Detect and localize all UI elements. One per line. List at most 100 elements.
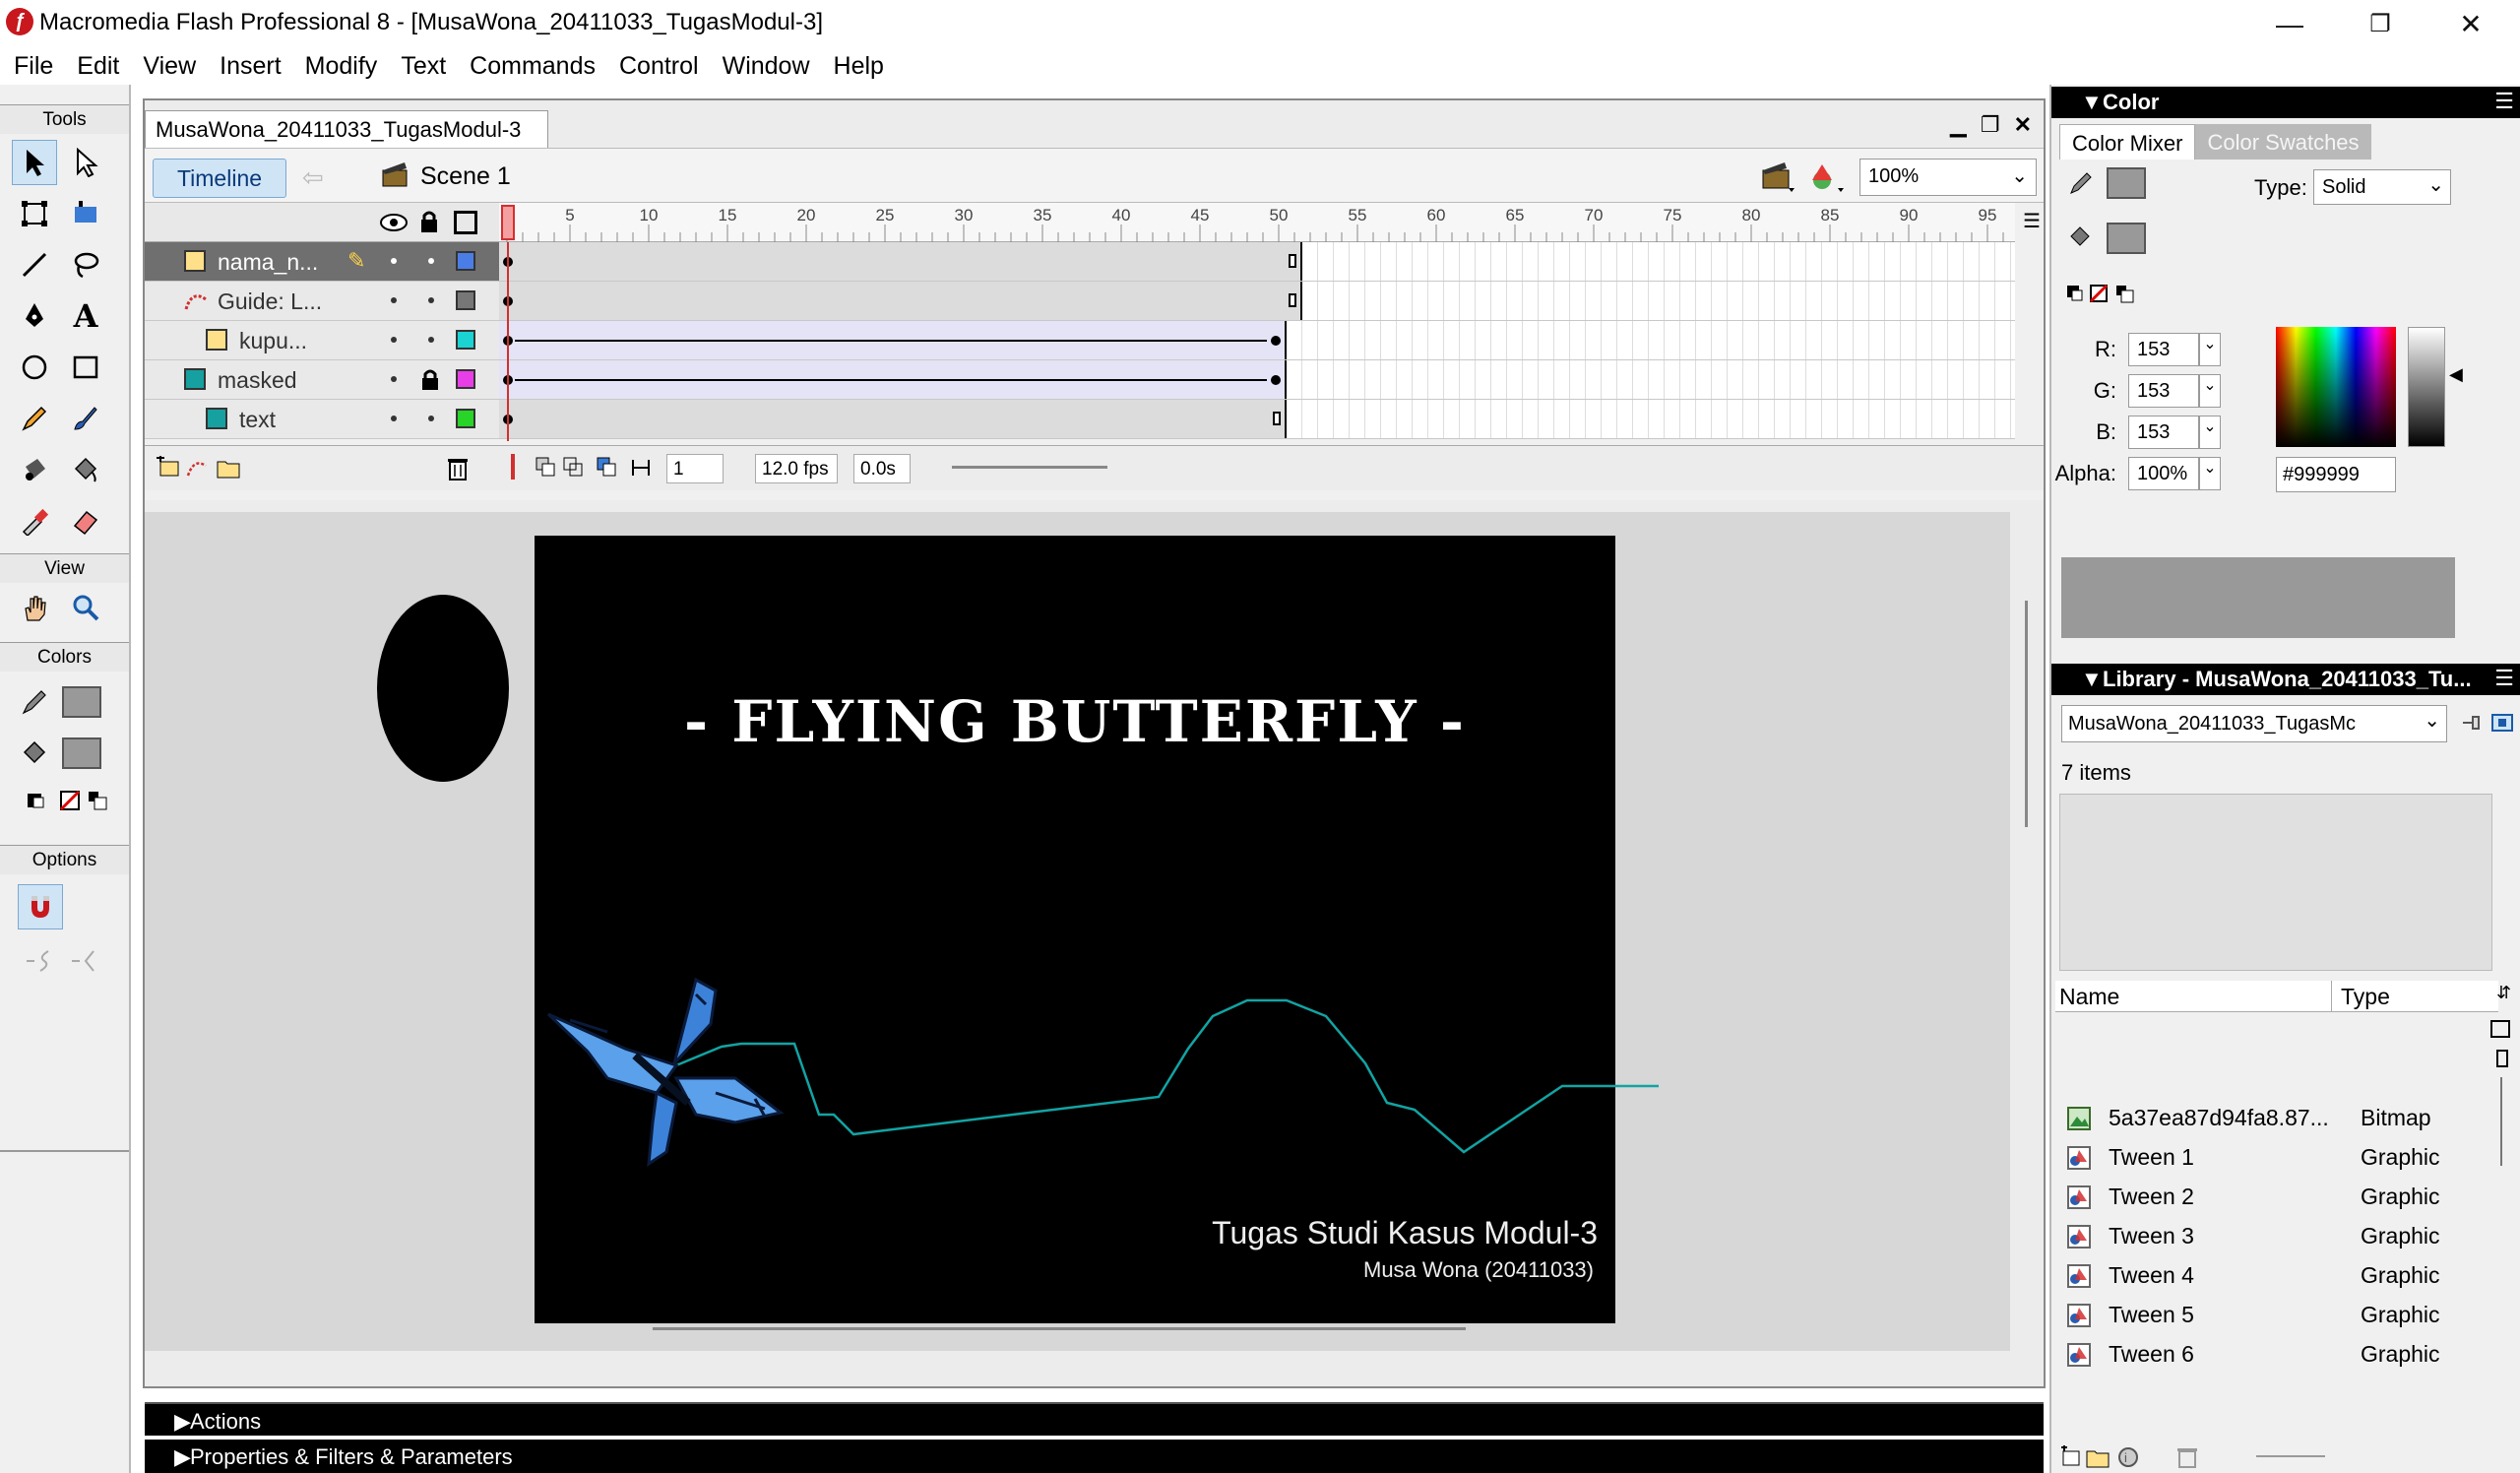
pin-library-icon[interactable] (2459, 711, 2485, 735)
layer-row[interactable]: masked (145, 360, 499, 400)
zoom-tool-icon[interactable] (63, 585, 108, 630)
modify-onion-markers-icon[interactable] (629, 456, 653, 480)
color-spectrum-picker[interactable] (2276, 327, 2396, 447)
library-item[interactable]: Tween 4 Graphic (2055, 1256, 2498, 1296)
menu-commands[interactable]: Commands (470, 52, 596, 81)
frame-rate-field[interactable]: 12.0 fps (755, 454, 838, 483)
insert-layer-icon[interactable] (155, 456, 180, 480)
playhead[interactable] (501, 205, 515, 240)
document-tab[interactable]: MusaWona_20411033_TugasModul-3 (145, 110, 548, 148)
brightness-slider[interactable] (2408, 327, 2445, 447)
lock-dot[interactable] (428, 297, 434, 303)
lock-icon[interactable] (418, 209, 440, 234)
frame-row[interactable] (499, 360, 2015, 400)
blue-field[interactable]: 153 (2128, 416, 2199, 449)
arrow-tool-icon[interactable] (12, 140, 57, 185)
library-item[interactable]: 5a37ea87d94fa8.87... Bitmap (2055, 1099, 2498, 1138)
menu-file[interactable]: File (14, 52, 53, 81)
visibility-dot[interactable] (391, 416, 397, 421)
lock-dot[interactable] (428, 416, 434, 421)
layer-row[interactable]: kupu... (145, 321, 499, 360)
work-area-vscroll[interactable] (2025, 601, 2028, 827)
rectangle-tool-icon[interactable] (63, 345, 108, 390)
library-item[interactable]: Tween 6 Graphic (2055, 1335, 2498, 1375)
green-dropdown-icon[interactable]: ⌄ (2199, 374, 2221, 408)
menu-modify[interactable]: Modify (305, 52, 378, 81)
work-area-hscroll[interactable] (653, 1327, 1466, 1330)
layer-outline-color-box[interactable] (456, 290, 475, 310)
gradient-transform-tool-icon[interactable] (63, 191, 108, 236)
menu-insert[interactable]: Insert (220, 52, 282, 81)
timeline-options-icon[interactable]: ☰ (2023, 209, 2041, 233)
alpha-field[interactable]: 100% (2128, 457, 2199, 490)
doc-close-icon[interactable]: ✕ (2014, 112, 2032, 138)
snap-magnet-icon[interactable] (18, 884, 63, 929)
add-motion-guide-icon[interactable] (184, 456, 210, 480)
color-swap-mini-icon[interactable] (2065, 284, 2144, 307)
ink-bottle-tool-icon[interactable] (12, 447, 57, 492)
actions-panel-bar[interactable]: ▶ Actions (145, 1402, 2044, 1436)
hand-tool-icon[interactable] (12, 585, 57, 630)
free-transform-tool-icon[interactable] (12, 191, 57, 236)
visibility-dot[interactable] (391, 258, 397, 264)
name-column-header[interactable]: Name (2059, 984, 2119, 1010)
minimize-button[interactable]: — (2254, 0, 2325, 48)
new-symbol-icon[interactable] (2059, 1445, 2083, 1469)
line-tool-icon[interactable] (12, 242, 57, 288)
frame-span[interactable] (499, 282, 1302, 320)
end-keyframe-dot[interactable] (1271, 336, 1281, 346)
pen-tool-icon[interactable] (12, 293, 57, 339)
brightness-pointer-icon[interactable]: ◀ (2449, 364, 2463, 385)
oval-tool-icon[interactable] (12, 345, 57, 390)
frame-row[interactable] (499, 242, 2015, 282)
color-panel-header[interactable]: ▼ Color ☰ (2051, 87, 2520, 118)
back-arrow-icon[interactable]: ⇦ (302, 162, 342, 192)
outline-icon[interactable] (454, 211, 477, 234)
straighten-option-icon[interactable] (63, 937, 108, 983)
motion-tween-span[interactable] (499, 360, 1287, 399)
close-button[interactable]: ✕ (2435, 0, 2506, 48)
eyedropper-tool-icon[interactable] (12, 498, 57, 544)
frame-ruler[interactable]: 5 10 15 20 25 30 35 40 45 50 55 60 65 70 75 80 85 90 95 (499, 203, 2015, 242)
blue-dropdown-icon[interactable]: ⌄ (2199, 416, 2221, 449)
subselect-tool-icon[interactable] (63, 140, 108, 185)
frame-row[interactable] (499, 321, 2015, 360)
stroke-color-swatch[interactable] (59, 679, 104, 725)
properties-icon[interactable]: i (2116, 1445, 2140, 1469)
frame-row[interactable] (499, 400, 2015, 439)
brush-tool-icon[interactable] (63, 396, 108, 441)
delete-layer-trash-icon[interactable] (446, 456, 470, 481)
eraser-tool-icon[interactable] (63, 498, 108, 544)
library-item[interactable]: Tween 5 Graphic (2055, 1296, 2498, 1335)
doc-restore-icon[interactable]: ❐ (1981, 112, 2000, 138)
doc-minimize-icon[interactable]: ▁ (1950, 112, 1967, 138)
layer-outline-color-box[interactable] (456, 409, 475, 428)
narrow-state-icon[interactable] (2496, 1050, 2508, 1067)
menu-window[interactable]: Window (723, 52, 810, 81)
motion-tween-span[interactable] (499, 321, 1287, 359)
timeline-toggle-button[interactable]: Timeline (153, 159, 286, 198)
frame-row[interactable] (499, 282, 2015, 321)
fill-color-well[interactable] (2107, 223, 2146, 254)
pencil-tool-icon[interactable] (12, 396, 57, 441)
fill-color-swatch[interactable] (59, 731, 104, 776)
visibility-dot[interactable] (391, 376, 397, 382)
lock-dot[interactable] (428, 337, 434, 343)
alpha-dropdown-icon[interactable]: ⌄ (2199, 457, 2221, 490)
visibility-dot[interactable] (391, 337, 397, 343)
restore-button[interactable]: ❐ (2345, 0, 2416, 48)
tab-color-swatches[interactable]: Color Swatches (2195, 124, 2371, 160)
lock-dot[interactable] (428, 258, 434, 264)
layer-outline-color-box[interactable] (456, 330, 475, 350)
library-hscroll[interactable] (2256, 1455, 2325, 1457)
layer-lock-icon[interactable] (420, 368, 440, 392)
menu-view[interactable]: View (143, 52, 196, 81)
library-item[interactable]: Tween 1 Graphic (2055, 1138, 2498, 1178)
edit-scene-icon[interactable] (1759, 159, 1798, 196)
fill-type-select[interactable]: Solid ⌄ (2313, 169, 2451, 205)
library-item[interactable]: Tween 2 Graphic (2055, 1178, 2498, 1217)
layer-row[interactable]: text (145, 400, 499, 439)
color-swap-buttons-icon[interactable] (6, 778, 124, 823)
red-field[interactable]: 153 (2128, 333, 2199, 366)
onion-skin-icon[interactable] (535, 456, 558, 480)
